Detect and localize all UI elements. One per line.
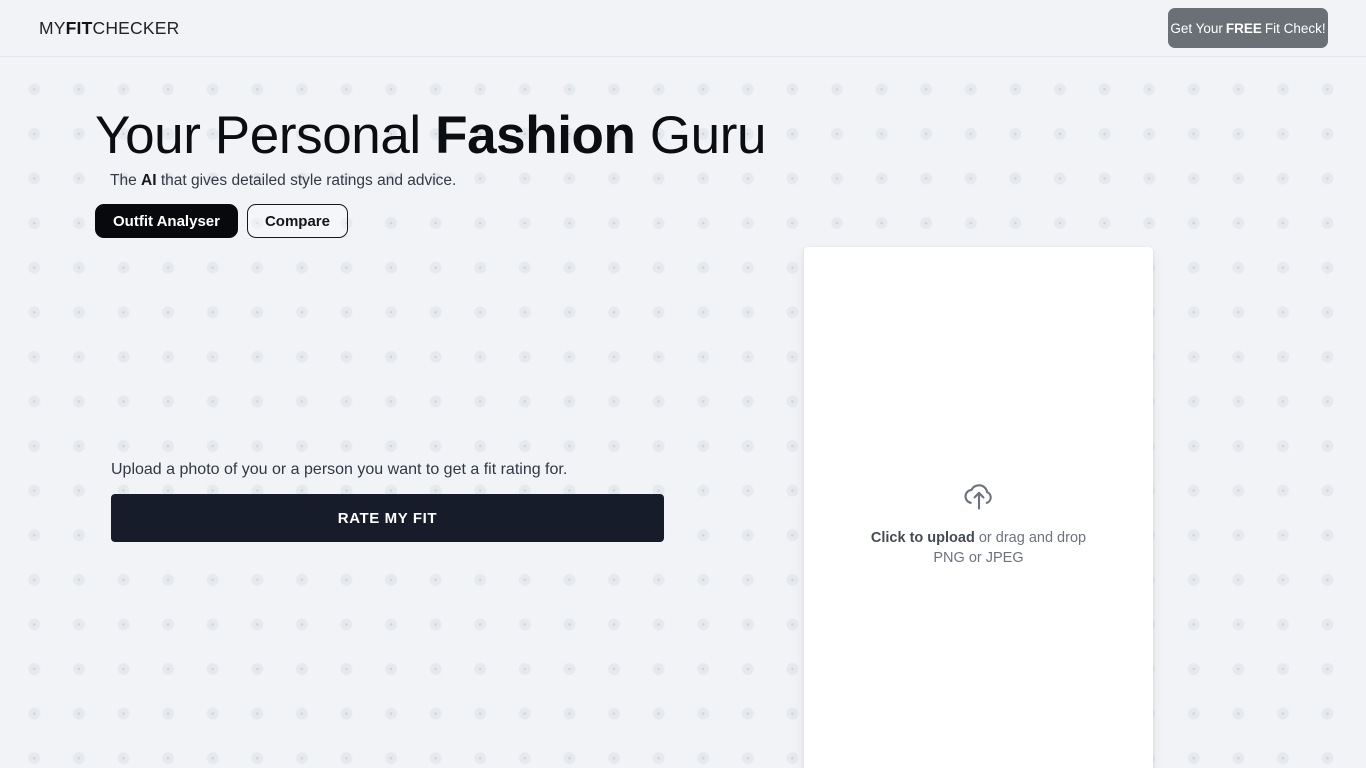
brand-logo-bold: FIT bbox=[65, 18, 93, 38]
upload-instruction-text: Upload a photo of you or a person you wa… bbox=[111, 461, 568, 478]
free-fit-check-suffix: Fit Check! bbox=[1264, 20, 1326, 36]
page-title: Your Personal Fashion Guru bbox=[95, 105, 766, 167]
brand-logo-prefix: MY bbox=[39, 18, 66, 38]
page-title-suffix: Guru bbox=[635, 106, 767, 165]
free-fit-check-bold: FREE bbox=[1225, 20, 1262, 36]
rate-my-fit-label: RATE MY FIT bbox=[337, 509, 438, 527]
upload-file-types: PNG or JPEG bbox=[933, 550, 1024, 566]
tab-outfit-analyser[interactable]: Outfit Analyser bbox=[95, 204, 238, 238]
mode-tabs: Outfit Analyser Compare bbox=[95, 204, 348, 238]
tab-compare-label: Compare bbox=[264, 212, 330, 230]
page-subtitle-suffix: that gives detailed style ratings and ad… bbox=[156, 172, 457, 189]
free-fit-check-prefix: Get Your bbox=[1170, 20, 1223, 36]
main-content: Your Personal Fashion Guru The AI that g… bbox=[0, 57, 1366, 768]
image-upload-dropzone[interactable]: Click to upload or drag and drop PNG or … bbox=[804, 247, 1153, 768]
page-subtitle-prefix: The bbox=[110, 172, 142, 189]
upload-click-label: Click to upload bbox=[870, 530, 975, 546]
tab-compare[interactable]: Compare bbox=[246, 204, 348, 238]
upload-primary-text: Click to upload or drag and drop bbox=[871, 528, 1086, 548]
tab-outfit-analyser-label: Outfit Analyser bbox=[113, 212, 220, 230]
brand-logo[interactable]: MYFITCHECKER bbox=[39, 18, 179, 39]
cloud-upload-icon bbox=[963, 484, 992, 510]
rate-my-fit-button[interactable]: RATE MY FIT bbox=[111, 494, 664, 542]
page-title-highlight: Fashion bbox=[435, 106, 636, 165]
page-subtitle: The AI that gives detailed style ratings… bbox=[110, 172, 456, 190]
brand-logo-suffix: CHECKER bbox=[92, 18, 180, 38]
page-title-prefix: Your Personal bbox=[95, 106, 436, 165]
free-fit-check-button[interactable]: Get Your FREE Fit Check! bbox=[1168, 8, 1328, 48]
upload-drag-label: or drag and drop bbox=[974, 530, 1087, 546]
site-header: MYFITCHECKER Get Your FREE Fit Check! bbox=[0, 0, 1366, 57]
page-subtitle-highlight: AI bbox=[141, 172, 157, 189]
